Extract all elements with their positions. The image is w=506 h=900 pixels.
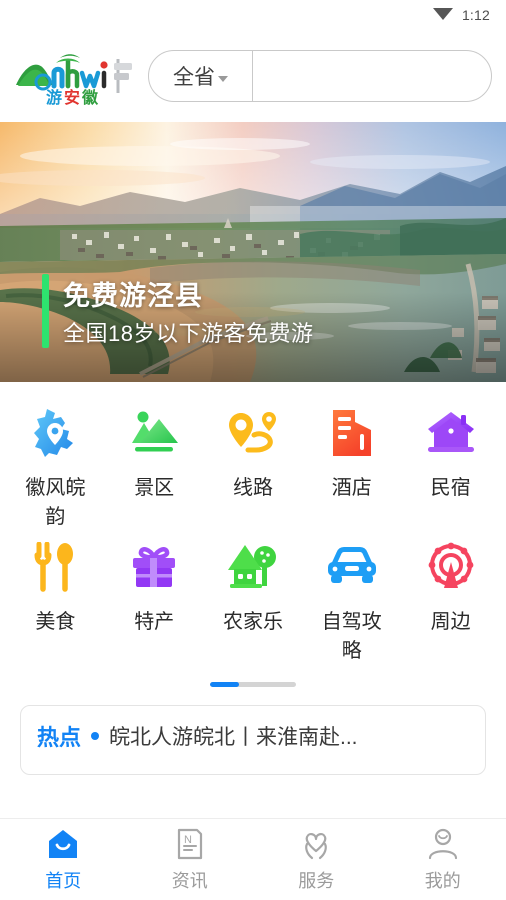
grid-item-food[interactable]: 美食: [6, 534, 105, 666]
news-icon: N: [173, 827, 207, 861]
region-selector[interactable]: 全省: [149, 51, 253, 101]
grid-item-hotel[interactable]: 酒店: [302, 400, 401, 532]
hot-news-card[interactable]: 热点 皖北人游皖北丨来淮南赴...: [20, 705, 486, 775]
grid-item-specialty[interactable]: 特产: [105, 534, 204, 666]
grid-item-label: 农家乐: [222, 611, 283, 633]
anhui-map-pin-icon: [28, 406, 82, 460]
grid-item-label: 景区: [134, 477, 175, 499]
banner-accent-bar: [42, 274, 49, 348]
fork-spoon-icon: [28, 540, 82, 594]
status-bar: 1:12: [0, 0, 506, 30]
app-logo[interactable]: 游 安 徽: [10, 45, 136, 107]
bottom-navigation: 首页 N 资讯 服务 我的: [0, 818, 506, 900]
app-header: 游 安 徽 全省: [0, 30, 506, 122]
grid-item-self-drive-guide[interactable]: 自驾攻略: [302, 534, 401, 666]
nav-item-service[interactable]: 服务: [253, 819, 380, 900]
grid-item-nearby[interactable]: 周边: [401, 534, 500, 666]
grid-item-label: 周边: [430, 611, 471, 633]
nav-item-label: 我的: [424, 870, 461, 891]
grid-item-label: 民宿: [430, 477, 471, 499]
search-bar[interactable]: 全省: [148, 50, 492, 102]
farmhouse-tree-icon: [226, 540, 280, 594]
svg-text:安: 安: [64, 88, 80, 107]
ferris-wheel-icon: [424, 540, 478, 594]
promo-banner[interactable]: 免费游泾县 全国18岁以下游客免费游: [0, 122, 506, 382]
hotel-building-icon: [325, 406, 379, 460]
search-input[interactable]: [253, 51, 491, 101]
user-profile-icon: [426, 827, 460, 861]
pager-active-indicator: [210, 682, 239, 687]
homestay-house-icon: [424, 406, 478, 460]
grid-item-scenic-area[interactable]: 景区: [105, 400, 204, 532]
grid-item-label: 自驾攻略: [321, 611, 382, 662]
mountains-icon: [127, 406, 181, 460]
nav-item-label: 首页: [45, 870, 82, 891]
svg-text:徽: 徽: [81, 88, 99, 107]
grid-item-homestay[interactable]: 民宿: [401, 400, 500, 532]
chevron-down-icon: [218, 76, 228, 82]
car-icon: [325, 540, 379, 594]
gift-box-icon: [127, 540, 181, 594]
grid-item-label: 线路: [232, 477, 273, 499]
grid-item-farmstay[interactable]: 农家乐: [204, 534, 303, 666]
svg-text:N: N: [184, 834, 192, 846]
svg-text:游: 游: [46, 88, 62, 107]
region-selector-label: 全省: [173, 66, 215, 89]
grid-item-huifengwanyun[interactable]: 徽风皖韵: [6, 400, 105, 532]
blue-dot-icon: [91, 732, 100, 740]
nav-item-label: 服务: [298, 870, 335, 891]
grid-item-label: 徽风皖韵: [25, 477, 86, 528]
app-root: 1:12 游 安 徽 全省 免费游泾县 全国18岁以下游客免费游 徽风皖韵 景区…: [0, 0, 506, 900]
grid-item-route[interactable]: 线路: [204, 400, 303, 532]
grid-item-label: 酒店: [331, 477, 372, 499]
nav-item-home[interactable]: 首页: [0, 819, 127, 900]
banner-title: 免费游泾县: [63, 281, 203, 311]
route-pins-icon: [226, 406, 280, 460]
banner-caption: 免费游泾县 全国18岁以下游客免费游: [42, 274, 313, 348]
home-icon: [46, 827, 80, 861]
pager-track: [210, 682, 296, 687]
service-heart-hands-icon: [299, 827, 333, 861]
wifi-signal-icon: [432, 5, 454, 26]
hot-news-tag: 热点: [37, 725, 82, 750]
hot-news-headline: 皖北人游皖北丨来淮南赴...: [109, 726, 358, 749]
status-bar-time: 1:12: [461, 7, 490, 23]
grid-item-label: 特产: [134, 611, 175, 633]
nav-item-profile[interactable]: 我的: [380, 819, 506, 900]
grid-item-label: 美食: [35, 611, 76, 633]
grid-pager[interactable]: [0, 682, 506, 687]
banner-subtitle: 全国18岁以下游客免费游: [63, 321, 314, 346]
category-grid: 徽风皖韵 景区 线路 酒店 民宿 美食 特产 农家乐 自驾攻略 周边: [0, 382, 506, 666]
nav-item-news[interactable]: N 资讯: [127, 819, 254, 900]
nav-item-label: 资讯: [171, 870, 208, 891]
